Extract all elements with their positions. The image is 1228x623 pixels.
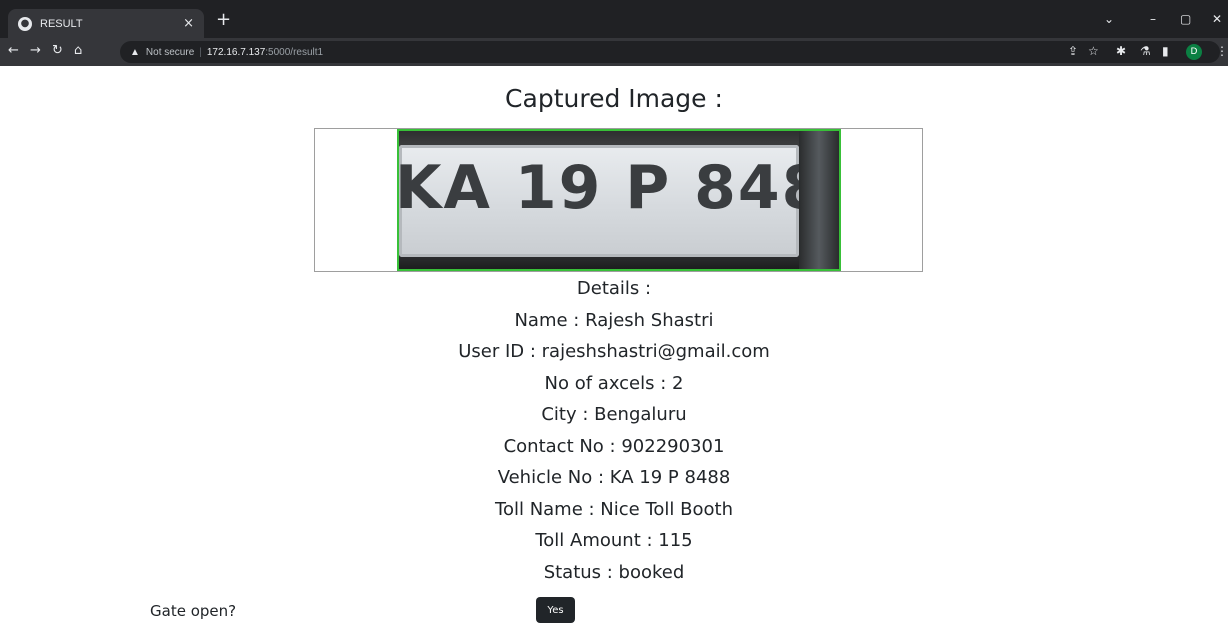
bookmark-star-icon[interactable]: ☆ xyxy=(1088,44,1099,58)
url-path[interactable]: :5000/result1 xyxy=(265,47,323,58)
reload-icon[interactable]: ↻ xyxy=(52,43,63,59)
new-tab-button[interactable]: + xyxy=(216,11,231,29)
gate-row: Gate open? Yes xyxy=(0,597,1228,623)
page-content: Captured Image : KA 19 P 8488 Details : … xyxy=(0,66,1228,623)
browser-toolbar: ← → ↻ ⌂ ▲ Not secure | 172.16.7.137 :500… xyxy=(0,38,1228,66)
browser-tab-bar: ● RESULT × + ⌄ – ▢ ✕ xyxy=(0,0,1228,38)
menu-kebab-icon[interactable]: ⋮ xyxy=(1216,44,1228,58)
home-icon[interactable]: ⌂ xyxy=(74,43,82,59)
detail-status: Status : booked xyxy=(543,561,685,583)
plate-edge xyxy=(799,131,839,269)
share-icon[interactable]: ⇪ xyxy=(1068,44,1078,58)
detail-toll-name: Toll Name : Nice Toll Booth xyxy=(495,498,733,520)
close-window-icon[interactable]: ✕ xyxy=(1212,12,1222,26)
globe-icon: ● xyxy=(18,16,32,31)
captured-plate-image: KA 19 P 8488 xyxy=(397,129,841,271)
divider: | xyxy=(199,46,202,58)
back-icon[interactable]: ← xyxy=(8,43,19,59)
plate-number-text: KA 19 P 8488 xyxy=(397,153,841,223)
details-section: Details : Name : Rajesh Shastri User ID … xyxy=(0,273,1228,588)
captured-image-frame: KA 19 P 8488 xyxy=(314,128,923,272)
warning-icon[interactable]: ▲ xyxy=(130,47,140,58)
page-title: Captured Image : xyxy=(505,84,723,113)
detail-city: City : Bengaluru xyxy=(541,404,687,425)
detail-axcels: No of axcels : 2 xyxy=(544,372,684,394)
gate-open-label: Gate open? xyxy=(150,602,237,620)
url-host[interactable]: 172.16.7.137 xyxy=(207,47,265,58)
tab-result[interactable]: ● RESULT × xyxy=(8,9,204,38)
tab-search-icon[interactable]: ⌄ xyxy=(1104,12,1114,26)
side-panel-icon[interactable]: ▮ xyxy=(1162,44,1169,58)
minimize-icon[interactable]: – xyxy=(1150,12,1156,26)
extensions-icon[interactable]: ✱ xyxy=(1116,44,1126,58)
detail-vehicle: Vehicle No : KA 19 P 8488 xyxy=(497,467,731,488)
yes-button[interactable]: Yes xyxy=(536,597,575,623)
forward-icon[interactable]: → xyxy=(30,43,41,59)
profile-avatar[interactable]: D xyxy=(1186,44,1202,60)
detail-contact: Contact No : 902290301 xyxy=(503,435,725,457)
detail-name: Name : Rajesh Shastri xyxy=(514,309,714,331)
detail-toll-amount: Toll Amount : 115 xyxy=(535,530,693,551)
details-heading: Details : xyxy=(576,278,652,299)
labs-flask-icon[interactable]: ⚗ xyxy=(1140,44,1151,58)
tab-title: RESULT xyxy=(40,17,83,30)
security-label[interactable]: Not secure xyxy=(146,47,194,58)
address-bar[interactable]: ▲ Not secure | 172.16.7.137 :5000/result… xyxy=(120,41,1220,63)
maximize-icon[interactable]: ▢ xyxy=(1180,12,1191,26)
detail-user-id: User ID : rajeshshastri@gmail.com xyxy=(458,341,770,362)
tab-close-icon[interactable]: × xyxy=(183,16,194,31)
